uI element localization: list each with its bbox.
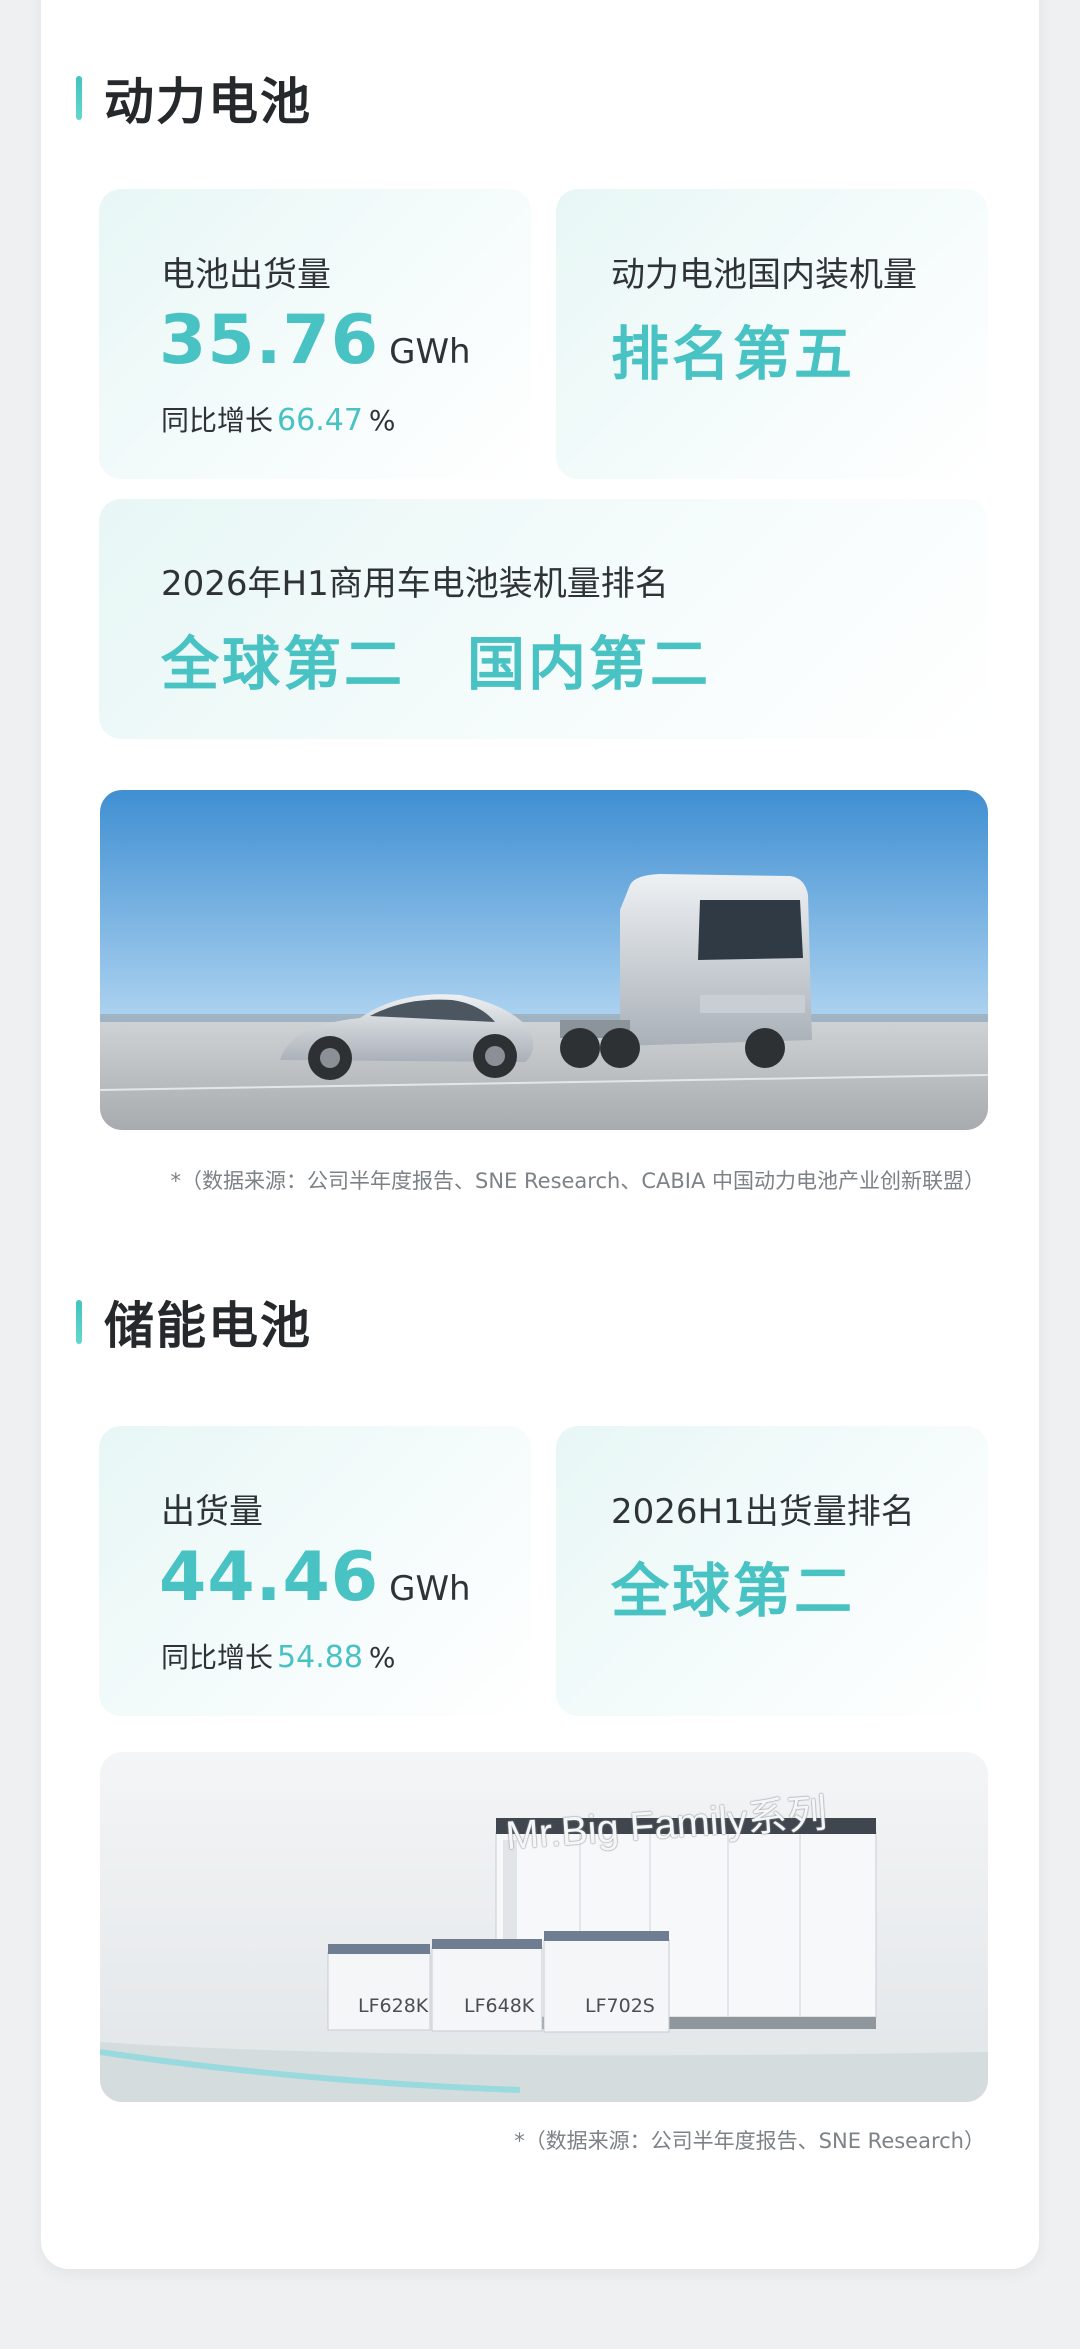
value-unit: GWh <box>389 1569 471 1609</box>
growth-value: 54.88 <box>277 1640 363 1675</box>
shipment-value: 35.76 GWh <box>159 301 471 380</box>
rank-value: 全球第二 <box>611 1557 856 1625</box>
domestic-rank: 国内第二 <box>467 630 712 698</box>
commercial-ranking-tile: 2026年H1商用车电池装机量排名 全球第二 国内第二 <box>99 499 988 739</box>
model-label: LF702S <box>585 1995 655 2017</box>
section-accent-bar <box>76 1300 82 1344</box>
global-rank: 全球第二 <box>161 630 406 698</box>
storage-product-photo: Mr.Big Family系列 LF628K LF648K LF702S <box>100 1752 988 2102</box>
section-accent-bar <box>76 76 82 120</box>
growth-prefix: 同比增长 <box>161 1641 274 1674</box>
shipment-value: 44.46 GWh <box>159 1538 471 1617</box>
battery-shipment-tile: 电池出货量 35.76 GWh 同比增长 66.47% <box>99 189 531 479</box>
storage-shipment-tile: 出货量 44.46 GWh 同比增长 54.88% <box>99 1426 531 1716</box>
growth-line: 同比增长 66.47% <box>161 399 396 439</box>
rank-value: 排名第五 <box>611 320 856 388</box>
section-storage-battery: 储能电池 <box>76 1286 312 1358</box>
tile-label: 2026年H1商用车电池装机量排名 <box>161 564 669 604</box>
vehicles-illustration <box>100 790 988 1130</box>
tile-label: 2026H1出货量排名 <box>611 1492 915 1532</box>
storage-source-note: *（数据来源：公司半年度报告、SNE Research） <box>514 2129 985 2153</box>
storage-ranking-tile: 2026H1出货量排名 全球第二 <box>556 1426 988 1716</box>
vehicles-photo <box>100 790 988 1130</box>
growth-value: 66.47 <box>277 403 363 438</box>
tile-label: 动力电池国内装机量 <box>611 255 917 295</box>
value-unit: GWh <box>389 332 471 372</box>
growth-unit: % <box>368 1641 396 1674</box>
section-title: 动力电池 <box>104 73 312 131</box>
model-label: LF648K <box>464 1995 535 2017</box>
growth-unit: % <box>368 404 396 437</box>
model-label: LF628K <box>358 1995 429 2017</box>
domestic-install-tile: 动力电池国内装机量 排名第五 <box>556 189 988 479</box>
tile-label: 出货量 <box>161 1492 263 1532</box>
growth-prefix: 同比增长 <box>161 404 274 437</box>
tile-label: 电池出货量 <box>161 255 331 295</box>
power-source-note: *（数据来源：公司半年度报告、SNE Research、CABIA 中国动力电池… <box>170 1169 985 1193</box>
value-number: 35.76 <box>159 301 380 380</box>
section-power-battery: 动力电池 <box>76 62 312 134</box>
growth-line: 同比增长 54.88% <box>161 1636 396 1676</box>
value-number: 44.46 <box>159 1538 380 1617</box>
section-title: 储能电池 <box>104 1297 312 1355</box>
